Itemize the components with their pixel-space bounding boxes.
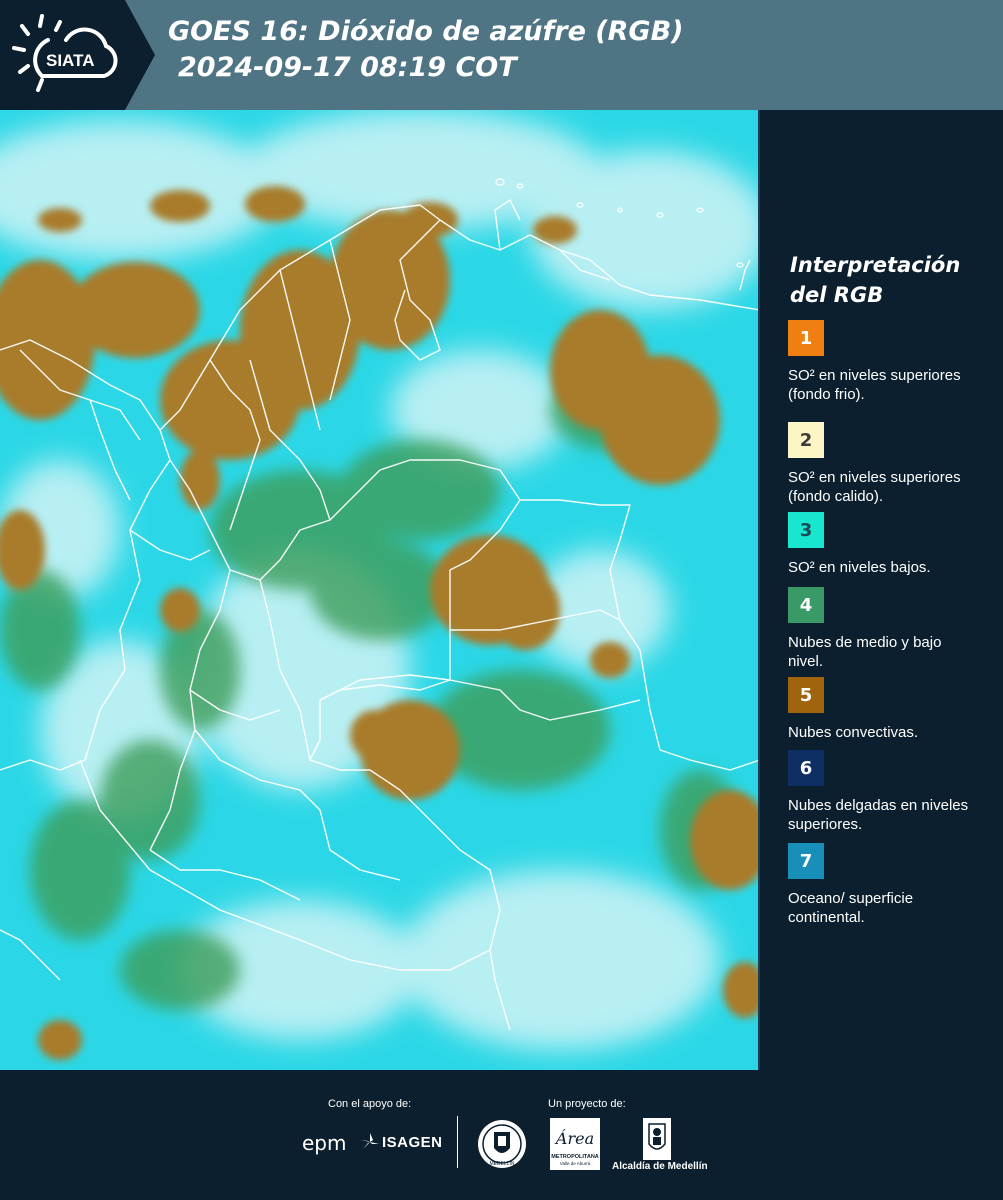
satellite-map [0,110,760,1070]
legend-swatch-6: 6 [788,750,824,786]
footer-divider [457,1116,458,1168]
legend-item-6: 6 Nubes delgadas en niveles superiores. [788,750,988,834]
legend-label-1: SO² en niveles superiores (fondo frio). [788,367,961,403]
epm-logo: epm [302,1131,347,1155]
legend-swatch-7: 7 [788,843,824,879]
legend-item-7: 7 Oceano/ superficie continental. [788,843,988,927]
legend-swatch-2: 2 [788,422,824,458]
area-metropolitana-logo: Área METROPOLITANA Valle de Aburrá [550,1118,600,1170]
valle-text: Valle de Aburrá [560,1161,591,1166]
isagen-logo: ISAGEN [382,1134,443,1151]
legend-swatch-4: 4 [788,587,824,623]
legend-label-3: SO² en niveles bajos. [788,559,931,576]
legend-label-4: Nubes de medio y bajo nivel. [788,634,942,670]
legend-label-2: SO² en niveles superiores (fondo calido)… [788,469,961,505]
legend-item-4: 4 Nubes de medio y bajo nivel. [788,587,988,671]
footer: Con el apoyo de: Un proyecto de: epm ISA… [0,1070,1003,1200]
isagen-icon [361,1133,379,1149]
alcaldia-emblem-icon [643,1118,671,1160]
satellite-image [0,110,758,1070]
title-line1: GOES 16: Dióxido de azúfre (RGB) [168,16,684,47]
alcaldia-label: Alcaldía de Medellín [612,1161,708,1172]
legend-label-6: Nubes delgadas en niveles superiores. [788,797,969,833]
legend-item-3: 3 SO² en niveles bajos. [788,512,988,577]
legend-label-7: Oceano/ superficie continental. [788,890,914,926]
legend-title: Interpretación del RGB [790,253,961,307]
legend-item-1: 1 SO² en niveles superiores (fondo frio). [788,320,988,404]
siata-logo-text: SIATA [46,51,94,70]
legend-swatch-3: 3 [788,512,824,548]
legend-label-5: Nubes convectivas. [788,724,919,741]
legend-panel: Interpretación del RGB 1 SO² en niveles s… [762,110,1003,1070]
header: SIATA GOES 16: Dióxido de azúfre (RGB) 20… [0,0,1003,110]
medellin-seal-text: MEDELLÍN [489,1160,514,1167]
metropolitana-text: METROPOLITANA [551,1154,599,1160]
siata-logo: SIATA [12,14,118,92]
legend-swatch-5: 5 [788,677,824,713]
legend-item-5: 5 Nubes convectivas. [788,677,988,742]
legend-item-2: 2 SO² en niveles superiores (fondo calido… [788,422,988,506]
page-title: GOES 16: Dióxido de azúfre (RGB) 2024-09-… [168,14,684,86]
medellin-seal-icon: MEDELLÍN [478,1120,526,1168]
project-label: Un proyecto de: [548,1098,626,1110]
legend-swatch-1: 1 [788,320,824,356]
title-line2: 2024-09-17 08:19 COT [178,52,517,83]
support-label: Con el apoyo de: [328,1098,412,1110]
area-logo-text: Área [554,1128,594,1148]
